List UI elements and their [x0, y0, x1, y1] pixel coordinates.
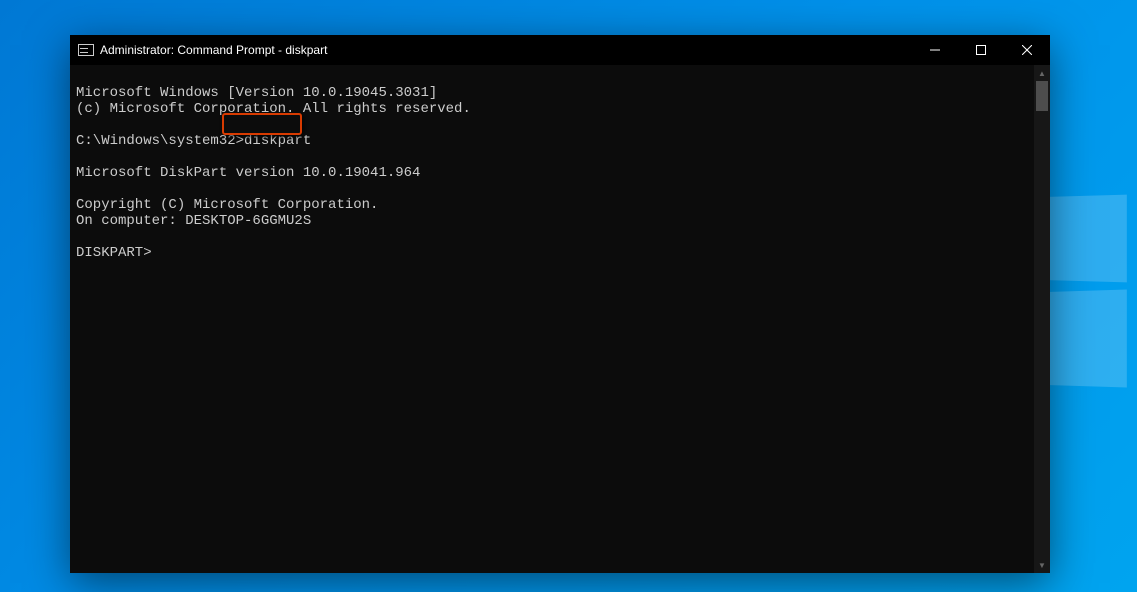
output-line: Microsoft Windows [Version 10.0.19045.30… [76, 85, 437, 101]
output-line: On computer: DESKTOP-6GGMU2S [76, 213, 311, 229]
scrollbar-thumb[interactable] [1036, 81, 1048, 111]
window-controls [912, 35, 1050, 65]
scroll-down-arrow-icon[interactable]: ▼ [1034, 557, 1050, 573]
window-titlebar[interactable]: Administrator: Command Prompt - diskpart [70, 35, 1050, 65]
output-line: Microsoft DiskPart version 10.0.19041.96… [76, 165, 420, 181]
maximize-button[interactable] [958, 35, 1004, 65]
command-prompt-window: Administrator: Command Prompt - diskpart… [70, 35, 1050, 573]
cmd-icon [78, 44, 94, 56]
terminal-output[interactable]: Microsoft Windows [Version 10.0.19045.30… [70, 65, 1050, 573]
command-line: C:\Windows\system32>diskpart [76, 133, 311, 149]
close-button[interactable] [1004, 35, 1050, 65]
scroll-up-arrow-icon[interactable]: ▲ [1034, 65, 1050, 81]
minimize-button[interactable] [912, 35, 958, 65]
vertical-scrollbar[interactable]: ▲ ▼ [1034, 65, 1050, 573]
output-line: Copyright (C) Microsoft Corporation. [76, 197, 378, 213]
diskpart-prompt: DISKPART> [76, 245, 152, 261]
output-line: (c) Microsoft Corporation. All rights re… [76, 101, 471, 117]
window-title: Administrator: Command Prompt - diskpart [100, 43, 912, 57]
